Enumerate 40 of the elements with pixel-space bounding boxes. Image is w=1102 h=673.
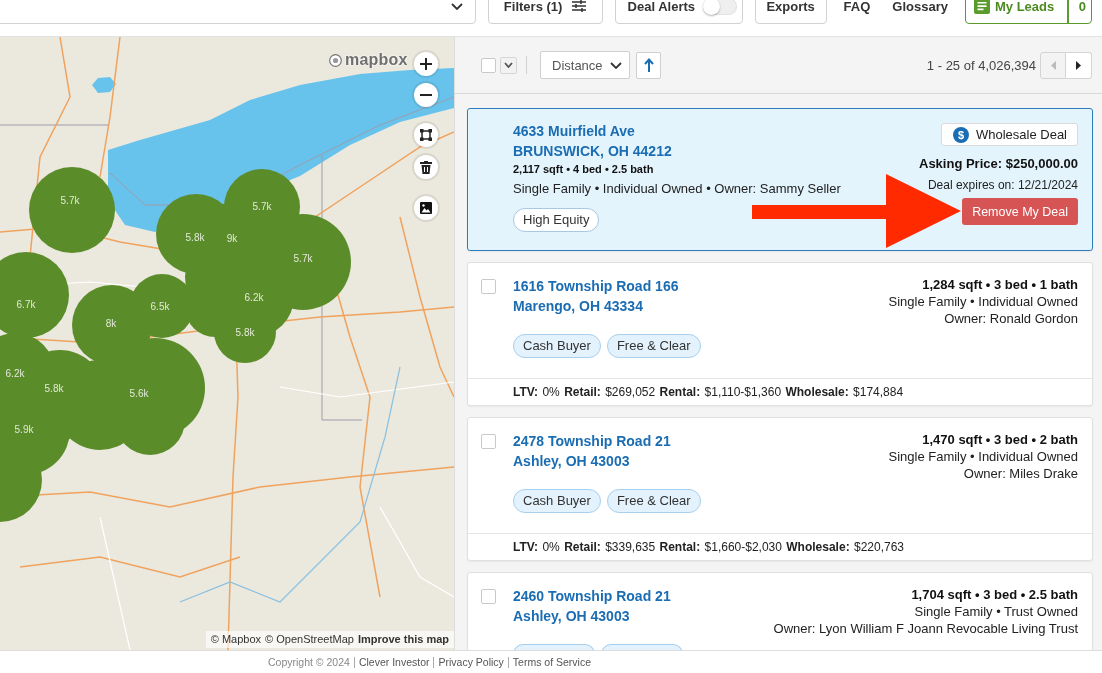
property-details: Owner: Miles Drake	[963, 465, 1078, 482]
property-facts: 2,117 sqft • 4 bed • 2.5 bath	[513, 162, 654, 177]
cluster-count: 9k	[226, 232, 238, 244]
cluster-count: 5.7k	[252, 200, 272, 212]
valuation-summary: LTV: 0% Retail: $339,635 Rental: $1,660-$2,030 Wholesale: $220,763	[513, 540, 905, 554]
lead-tag: High Equity	[513, 208, 600, 232]
property-facts: 1,704 sqft • 3 bed • 2.5 bath	[911, 586, 1078, 603]
asking-price: Asking Price: $250,000.00	[919, 155, 1078, 172]
cluster-count: 5.7k	[60, 194, 80, 206]
lead-tag: Cash Buyer	[513, 489, 601, 513]
property-details: Single Family • Trust Owned	[914, 603, 1078, 620]
cluster-count: 5.8k	[235, 326, 255, 338]
cluster-count: 5.8k	[185, 231, 205, 243]
cluster-count: 6.5k	[150, 300, 170, 312]
cluster-count: 5.8k	[44, 382, 64, 394]
lead-tag: Cash Buyer	[513, 334, 601, 358]
lead-tag: Free & Clear	[606, 489, 701, 513]
lead-tag: Free & Clear	[606, 334, 701, 358]
deal-expiry: Deal expires on: 12/21/2024	[927, 177, 1078, 193]
property-details: Single Family • Individual Owned	[888, 448, 1078, 465]
cluster-count: 6.2k	[5, 367, 25, 379]
copyright-text: Copyright © 2024	[268, 656, 350, 668]
cluster-count: 5.9k	[14, 423, 34, 435]
property-details: Single Family • Individual Owned	[888, 293, 1078, 310]
cluster-count: 6.7k	[16, 298, 36, 310]
dollar-icon: $	[952, 126, 969, 143]
cluster-count: 5.7k	[293, 252, 313, 264]
property-details: Single Family • Individual Owned • Owner: Sammy Seller	[513, 180, 841, 198]
cluster-count: 5.6k	[129, 387, 149, 399]
property-details: Owner: Lyon William F Joann Revocable Living Trust	[773, 620, 1078, 637]
results-count: 1 - 25 of 4,026,394	[926, 57, 1036, 73]
deal-type-badge: $ Wholesale Deal	[940, 123, 1078, 146]
cluster-count: 8k	[105, 317, 117, 329]
valuation-summary: LTV: 0% Retail: $269,052 Rental: $1,110-$1,360 Wholesale: $174,884	[513, 385, 904, 399]
cluster-count: 6.2k	[244, 291, 264, 303]
leads-count: 0	[1077, 0, 1087, 14]
property-facts: 1,284 sqft • 3 bed • 1 bath	[922, 276, 1078, 293]
map-logo: mapbox	[345, 51, 408, 69]
property-details: Owner: Ronald Gordon	[944, 310, 1078, 327]
property-facts: 1,470 sqft • 3 bed • 2 bath	[922, 431, 1078, 448]
